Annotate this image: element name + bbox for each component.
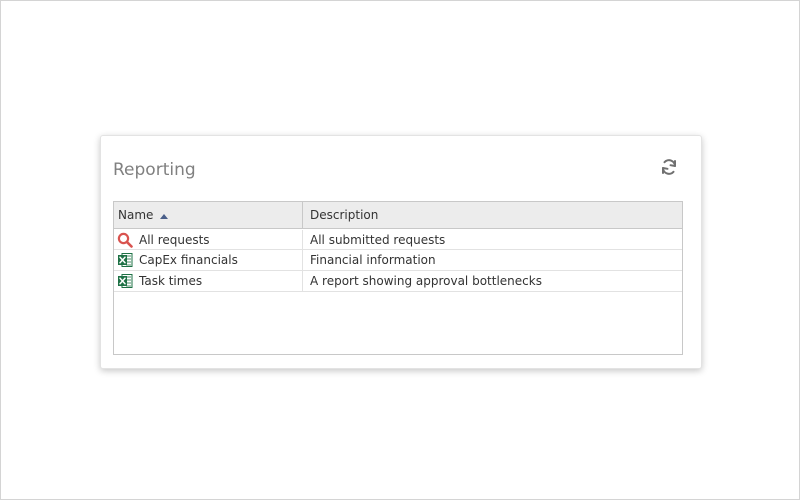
reporting-panel: Reporting Name Description All requests … — [100, 135, 702, 369]
excel-icon — [118, 253, 133, 267]
column-header-description[interactable]: Description — [303, 202, 682, 228]
row-name-cell[interactable]: All requests — [114, 230, 303, 250]
table-row[interactable]: Task times A report showing approval bot… — [114, 271, 682, 292]
row-description: A report showing approval bottlenecks — [310, 274, 542, 288]
row-description-cell: All submitted requests — [303, 230, 682, 250]
column-header-name-label: Name — [118, 208, 154, 222]
row-description-cell: A report showing approval bottlenecks — [303, 271, 682, 291]
refresh-button[interactable] — [658, 156, 680, 178]
column-header-name[interactable]: Name — [114, 202, 303, 228]
sort-ascending-icon — [160, 213, 169, 219]
page: Reporting Name Description All requests … — [0, 0, 800, 500]
row-name: Task times — [139, 274, 203, 288]
row-name: CapEx financials — [139, 253, 238, 267]
row-name-cell[interactable]: Task times — [114, 271, 303, 291]
refresh-icon — [662, 159, 676, 175]
grid-header: Name Description — [114, 202, 682, 229]
row-name-cell[interactable]: CapEx financials — [114, 250, 303, 270]
panel-title: Reporting — [113, 160, 196, 180]
excel-icon — [118, 274, 133, 288]
column-header-description-label: Description — [310, 208, 379, 222]
row-description: All submitted requests — [310, 233, 446, 247]
row-name: All requests — [139, 233, 210, 247]
table-row[interactable]: CapEx financials Financial information — [114, 250, 682, 271]
search-icon — [117, 232, 133, 248]
row-description-cell: Financial information — [303, 250, 682, 270]
table-row[interactable]: All requests All submitted requests — [114, 229, 682, 250]
row-description: Financial information — [310, 253, 436, 267]
report-grid: Name Description All requests All submit… — [113, 201, 683, 355]
